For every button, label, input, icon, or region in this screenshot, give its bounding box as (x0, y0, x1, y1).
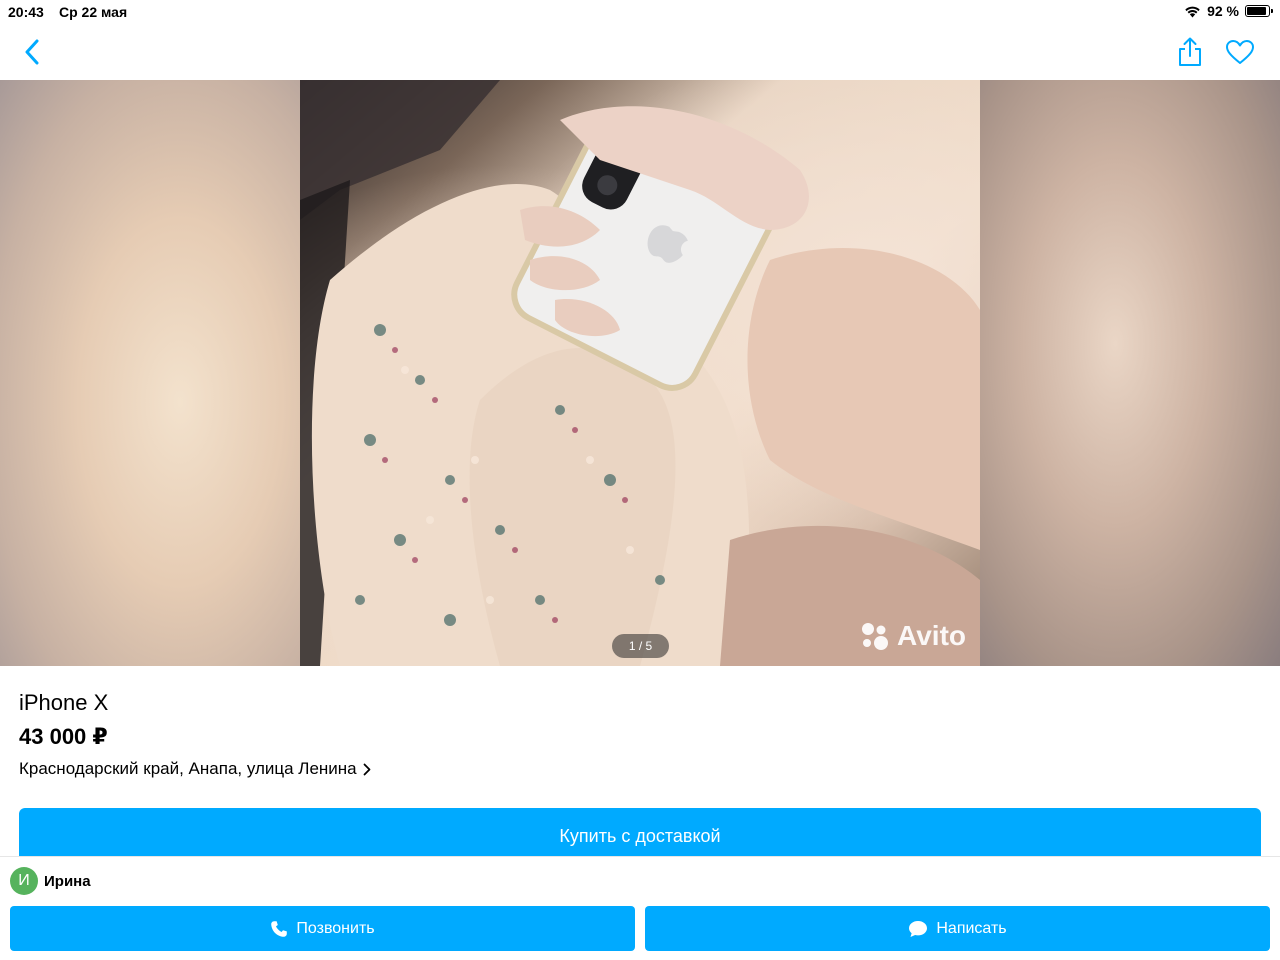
page-indicator: 1 / 5 (612, 634, 669, 658)
gallery-blur-left (0, 80, 300, 666)
gallery-blur-right (980, 80, 1280, 666)
heart-icon (1226, 40, 1254, 64)
listing-location-link[interactable]: Краснодарский край, Анапа, улица Ленина (19, 759, 371, 779)
avito-watermark: Avito (859, 620, 966, 652)
watermark-text: Avito (897, 620, 966, 651)
avatar: И (10, 867, 38, 895)
status-date: Ср 22 мая (59, 4, 128, 20)
chevron-left-icon (25, 39, 39, 65)
listing-photo[interactable]: Avito (300, 80, 980, 666)
contact-panel: И Ирина Позвонить Написать (0, 856, 1280, 960)
favorite-button[interactable] (1224, 36, 1256, 68)
chat-bubble-icon (909, 920, 928, 937)
photo-gallery[interactable]: Avito 1 / 5 (0, 80, 1280, 666)
wifi-icon (1185, 6, 1200, 17)
listing-title: iPhone X (19, 690, 109, 715)
call-button[interactable]: Позвонить (10, 906, 635, 951)
back-button[interactable] (16, 36, 48, 68)
call-label: Позвонить (296, 919, 375, 937)
chevron-right-icon (363, 763, 371, 775)
avito-logo-icon (862, 623, 889, 650)
phone-icon (271, 920, 288, 937)
share-button[interactable] (1174, 36, 1206, 68)
share-icon (1179, 37, 1201, 66)
status-time: 20:43 (8, 4, 44, 20)
battery-fill (1247, 7, 1267, 15)
location-text: Краснодарский край, Анапа, улица Ленина (19, 759, 357, 778)
seller-info[interactable]: И Ирина (10, 867, 91, 895)
battery-icon (1245, 5, 1273, 17)
message-label: Написать (936, 919, 1007, 937)
listing-price: 43 000 ₽ (19, 724, 108, 749)
photo-illustration (300, 80, 980, 666)
battery-percent: 92 % (1207, 3, 1239, 19)
seller-name: Ирина (44, 872, 91, 890)
message-button[interactable]: Написать (645, 906, 1270, 951)
navigation-bar (0, 24, 1280, 80)
status-bar: 20:43 Ср 22 мая 92 % (0, 0, 1280, 24)
status-indicators: 92 % (1184, 3, 1273, 19)
